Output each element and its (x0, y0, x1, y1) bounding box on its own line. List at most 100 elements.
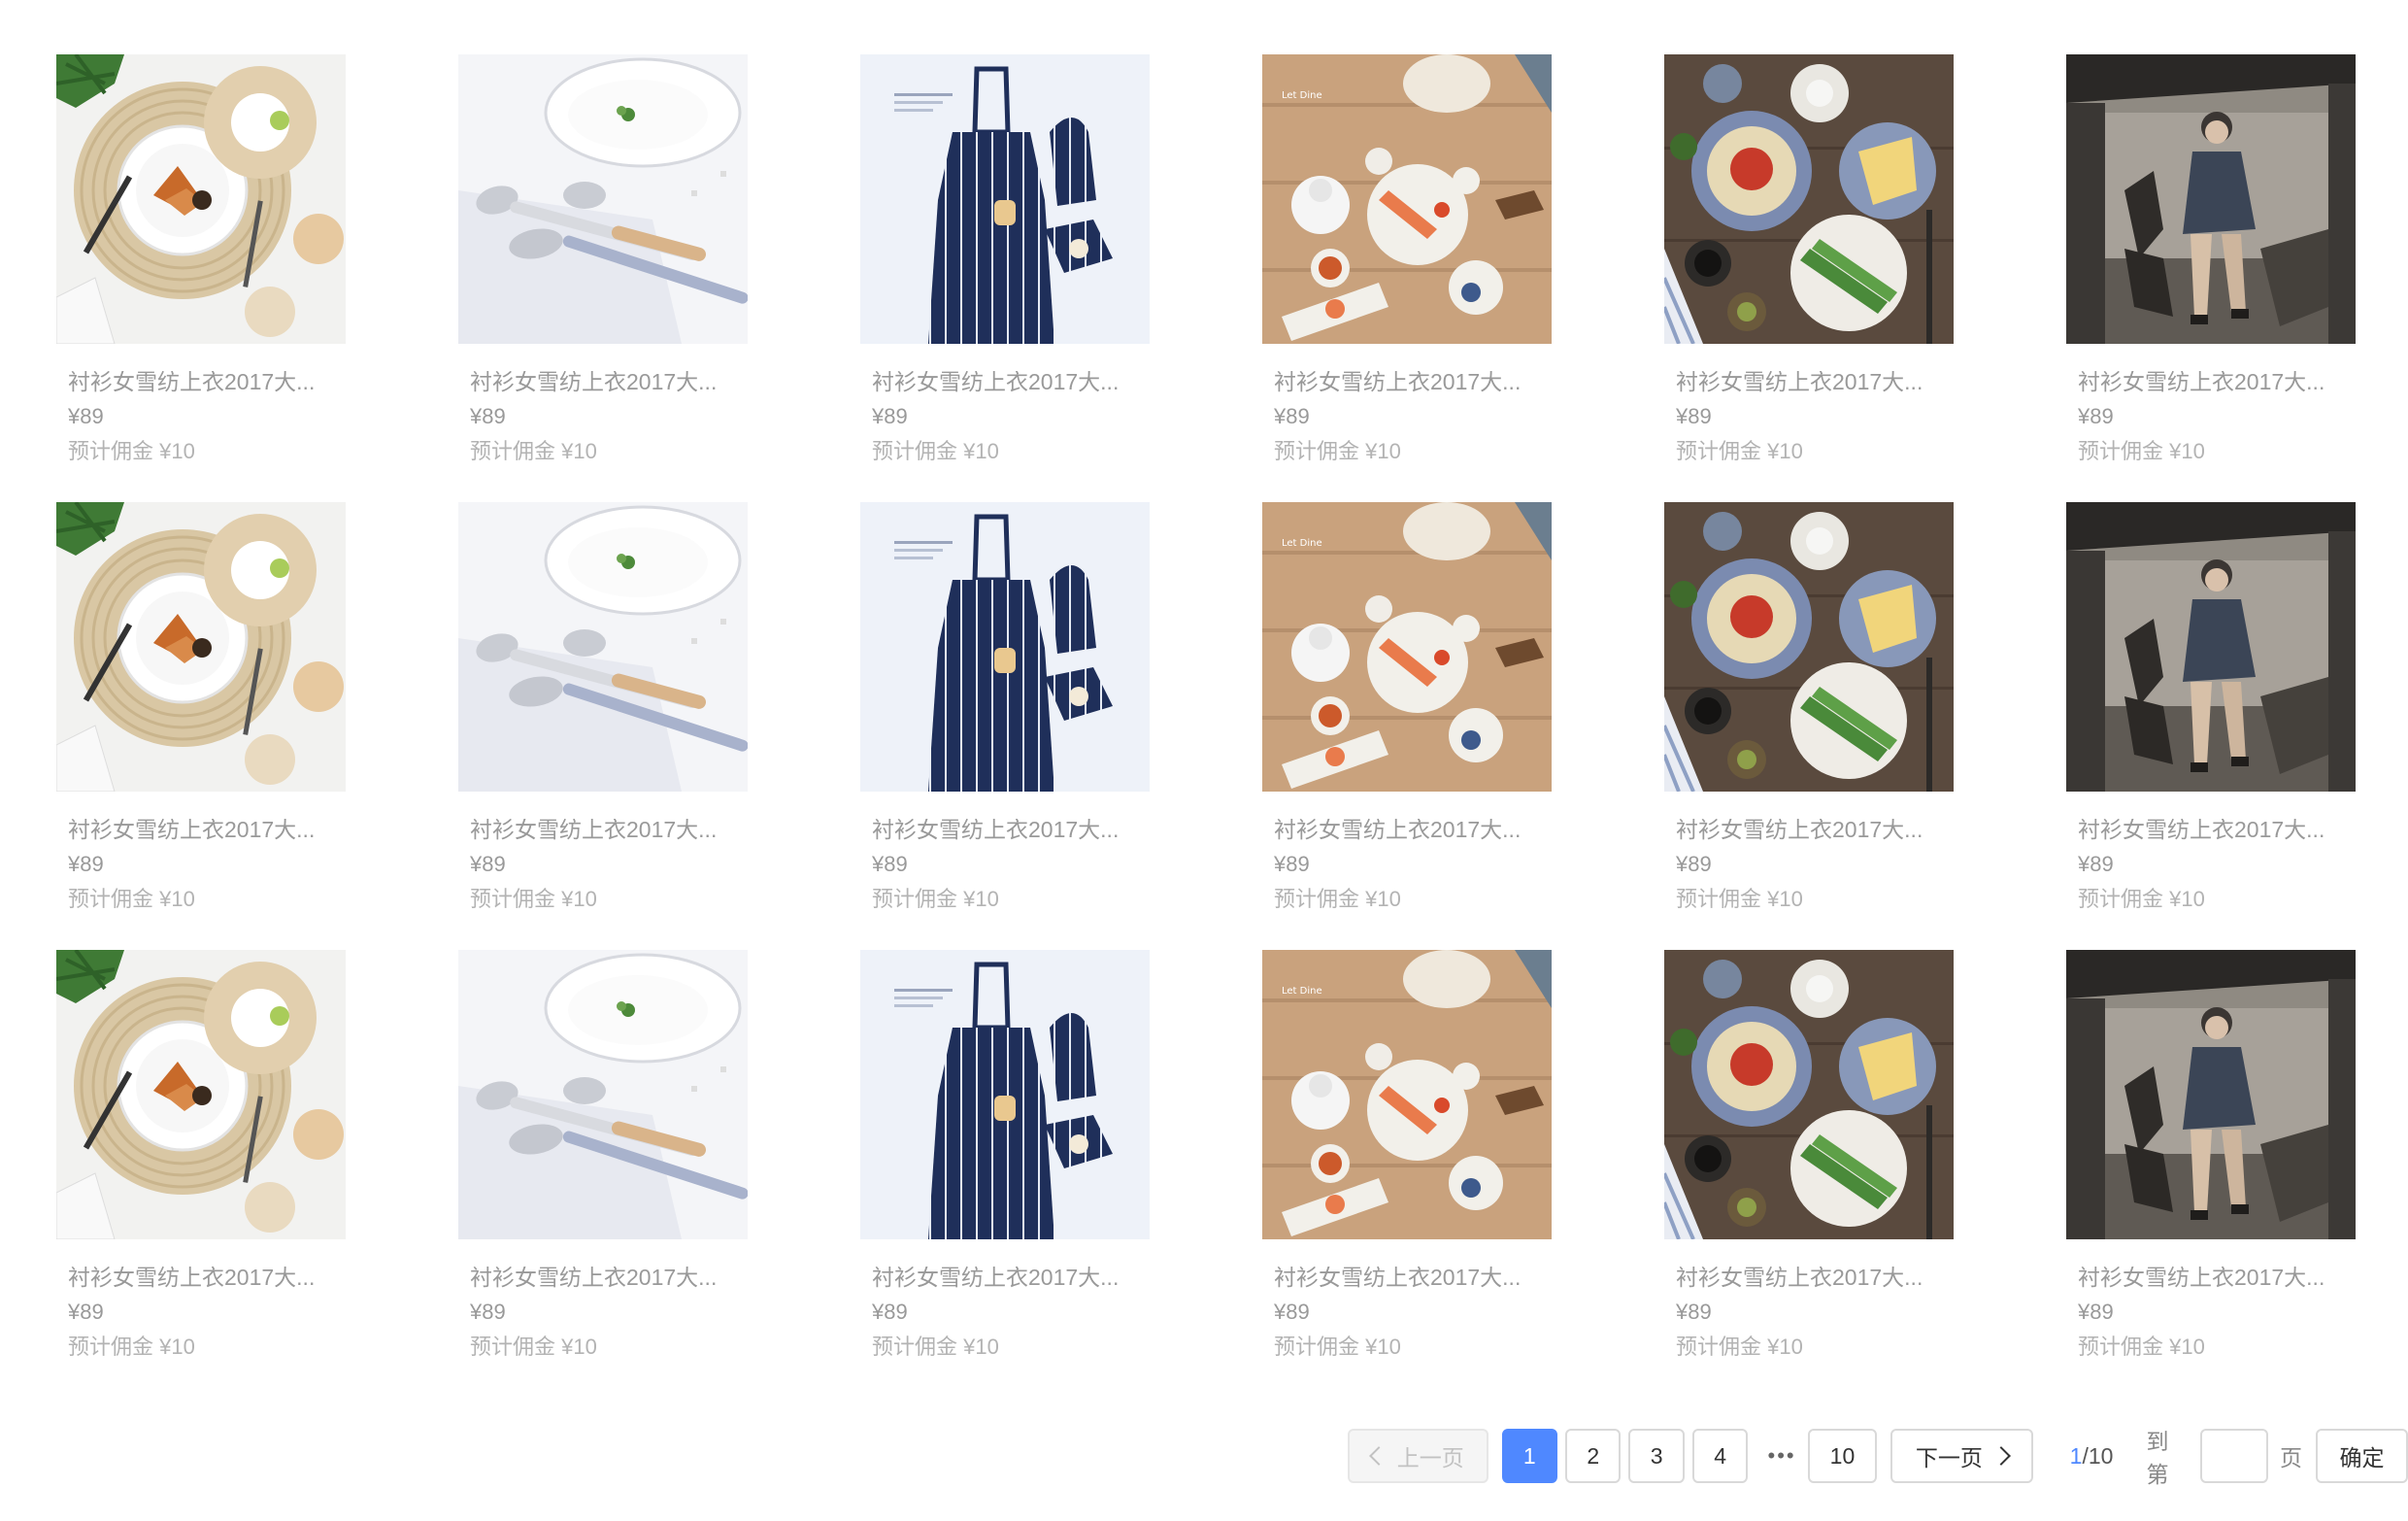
product-commission: 预计佣金 ¥10 (1676, 887, 1803, 911)
prev-page-label: 上一页 (1396, 1445, 1464, 1470)
product-image[interactable] (860, 54, 1150, 344)
page-button-1[interactable]: 1 (1501, 1429, 1557, 1483)
product-image[interactable] (2066, 950, 2356, 1239)
product-commission: 预计佣金 ¥10 (470, 887, 597, 911)
product-card[interactable]: 衬衫女雪纺上衣2017大... ¥89 预计佣金 ¥10 (56, 502, 346, 950)
product-image[interactable] (458, 502, 748, 792)
product-info: 衬衫女雪纺上衣2017大... ¥89 预计佣金 ¥10 (1664, 792, 1954, 910)
page-button-10[interactable]: 10 (1807, 1429, 1878, 1483)
product-card[interactable]: Let Dine 衬衫女雪纺上衣2017大... ¥89 预计佣金 ¥10 (1262, 54, 1552, 502)
product-image[interactable] (458, 950, 748, 1239)
product-title[interactable]: 衬衫女雪纺上衣2017大... (2078, 1267, 2340, 1289)
product-card[interactable]: 衬衫女雪纺上衣2017大... ¥89 预计佣金 ¥10 (458, 950, 748, 1398)
product-title[interactable]: 衬衫女雪纺上衣2017大... (872, 1267, 1134, 1289)
product-image[interactable] (458, 54, 748, 344)
product-price: ¥89 (1676, 852, 1712, 876)
product-title[interactable]: 衬衫女雪纺上衣2017大... (68, 1267, 330, 1289)
product-price: ¥89 (2078, 1300, 2114, 1324)
product-image[interactable] (56, 950, 346, 1239)
product-card[interactable]: 衬衫女雪纺上衣2017大... ¥89 预计佣金 ¥10 (2066, 950, 2356, 1398)
product-title[interactable]: 衬衫女雪纺上衣2017大... (1274, 371, 1536, 393)
pagination: 上一页 1 2 3 4 ••• 10 下一页 1/10 到第 页 确定 (1348, 1428, 2408, 1487)
product-title[interactable]: 衬衫女雪纺上衣2017大... (1676, 1267, 1938, 1289)
next-page-button[interactable]: 下一页 (1890, 1429, 2033, 1483)
product-image[interactable] (56, 54, 346, 344)
product-price: ¥89 (872, 1300, 908, 1324)
product-card[interactable]: 衬衫女雪纺上衣2017大... ¥89 预计佣金 ¥10 (458, 54, 748, 502)
product-card[interactable]: 衬衫女雪纺上衣2017大... ¥89 预计佣金 ¥10 (458, 502, 748, 950)
product-commission: 预计佣金 ¥10 (470, 439, 597, 463)
product-card[interactable]: 衬衫女雪纺上衣2017大... ¥89 预计佣金 ¥10 (56, 54, 346, 502)
product-image[interactable]: Let Dine (1262, 502, 1552, 792)
product-price: ¥89 (470, 404, 506, 428)
product-info: 衬衫女雪纺上衣2017大... ¥89 预计佣金 ¥10 (860, 1239, 1150, 1358)
svg-text:Let Dine: Let Dine (1282, 986, 1322, 997)
product-title[interactable]: 衬衫女雪纺上衣2017大... (470, 371, 732, 393)
product-image[interactable] (1664, 54, 1954, 344)
product-title[interactable]: 衬衫女雪纺上衣2017大... (1676, 819, 1938, 841)
pagination-ellipsis: ••• (1767, 1443, 1796, 1468)
product-card[interactable]: 衬衫女雪纺上衣2017大... ¥89 预计佣金 ¥10 (1664, 54, 1954, 502)
product-image[interactable] (860, 950, 1150, 1239)
product-title[interactable]: 衬衫女雪纺上衣2017大... (2078, 819, 2340, 841)
product-image[interactable] (56, 502, 346, 792)
product-price: ¥89 (1274, 1300, 1310, 1324)
product-commission: 预计佣金 ¥10 (2078, 1335, 2205, 1359)
product-card[interactable]: 衬衫女雪纺上衣2017大... ¥89 预计佣金 ¥10 (860, 950, 1150, 1398)
goto-page-input[interactable] (2199, 1429, 2268, 1483)
product-commission: 预计佣金 ¥10 (2078, 887, 2205, 911)
product-image[interactable] (1664, 950, 1954, 1239)
product-price: ¥89 (1274, 852, 1310, 876)
product-info: 衬衫女雪纺上衣2017大... ¥89 预计佣金 ¥10 (1262, 792, 1552, 910)
product-title[interactable]: 衬衫女雪纺上衣2017大... (2078, 371, 2340, 393)
product-commission: 预计佣金 ¥10 (68, 1335, 195, 1359)
product-price: ¥89 (2078, 404, 2114, 428)
page-button-2[interactable]: 2 (1565, 1429, 1622, 1483)
product-commission: 预计佣金 ¥10 (1676, 439, 1803, 463)
product-image[interactable] (860, 502, 1150, 792)
goto-page-label: 到第 (2146, 1429, 2169, 1487)
page-button-4[interactable]: 4 (1691, 1429, 1749, 1483)
product-card[interactable]: 衬衫女雪纺上衣2017大... ¥89 预计佣金 ¥10 (860, 54, 1150, 502)
product-price: ¥89 (872, 852, 908, 876)
page-button-3[interactable]: 3 (1628, 1429, 1685, 1483)
product-commission: 预计佣金 ¥10 (1274, 439, 1401, 463)
product-info: 衬衫女雪纺上衣2017大... ¥89 预计佣金 ¥10 (56, 792, 346, 910)
product-info: 衬衫女雪纺上衣2017大... ¥89 预计佣金 ¥10 (1664, 1239, 1954, 1358)
current-page-indicator: 1 (2069, 1442, 2083, 1469)
product-card[interactable]: 衬衫女雪纺上衣2017大... ¥89 预计佣金 ¥10 (1664, 502, 1954, 950)
product-commission: 预计佣金 ¥10 (872, 439, 999, 463)
product-title[interactable]: 衬衫女雪纺上衣2017大... (1274, 1267, 1536, 1289)
product-price: ¥89 (1274, 404, 1310, 428)
product-info: 衬衫女雪纺上衣2017大... ¥89 预计佣金 ¥10 (2066, 344, 2356, 462)
product-title[interactable]: 衬衫女雪纺上衣2017大... (470, 1267, 732, 1289)
product-info: 衬衫女雪纺上衣2017大... ¥89 预计佣金 ¥10 (458, 1239, 748, 1358)
product-title[interactable]: 衬衫女雪纺上衣2017大... (68, 371, 330, 393)
prev-page-button[interactable]: 上一页 (1348, 1429, 1488, 1483)
product-title[interactable]: 衬衫女雪纺上衣2017大... (872, 371, 1134, 393)
total-pages-indicator: /10 (2082, 1442, 2114, 1469)
product-title[interactable]: 衬衫女雪纺上衣2017大... (68, 819, 330, 841)
product-price: ¥89 (470, 1300, 506, 1324)
confirm-goto-button[interactable]: 确定 (2315, 1429, 2408, 1483)
product-image[interactable]: Let Dine (1262, 950, 1552, 1239)
product-card[interactable]: 衬衫女雪纺上衣2017大... ¥89 预计佣金 ¥10 (1664, 950, 1954, 1398)
product-info: 衬衫女雪纺上衣2017大... ¥89 预计佣金 ¥10 (2066, 792, 2356, 910)
product-image[interactable] (1664, 502, 1954, 792)
product-card[interactable]: Let Dine 衬衫女雪纺上衣2017大... ¥89 预计佣金 ¥10 (1262, 950, 1552, 1398)
svg-text:Let Dine: Let Dine (1282, 538, 1322, 549)
product-image[interactable] (2066, 502, 2356, 792)
product-card[interactable]: 衬衫女雪纺上衣2017大... ¥89 预计佣金 ¥10 (2066, 502, 2356, 950)
product-price: ¥89 (1676, 404, 1712, 428)
product-card[interactable]: Let Dine 衬衫女雪纺上衣2017大... ¥89 预计佣金 ¥10 (1262, 502, 1552, 950)
product-title[interactable]: 衬衫女雪纺上衣2017大... (872, 819, 1134, 841)
product-image[interactable] (2066, 54, 2356, 344)
product-card[interactable]: 衬衫女雪纺上衣2017大... ¥89 预计佣金 ¥10 (860, 502, 1150, 950)
product-card[interactable]: 衬衫女雪纺上衣2017大... ¥89 预计佣金 ¥10 (2066, 54, 2356, 502)
product-image[interactable]: Let Dine (1262, 54, 1552, 344)
product-card[interactable]: 衬衫女雪纺上衣2017大... ¥89 预计佣金 ¥10 (56, 950, 346, 1398)
product-title[interactable]: 衬衫女雪纺上衣2017大... (470, 819, 732, 841)
product-title[interactable]: 衬衫女雪纺上衣2017大... (1274, 819, 1536, 841)
product-info: 衬衫女雪纺上衣2017大... ¥89 预计佣金 ¥10 (458, 344, 748, 462)
product-title[interactable]: 衬衫女雪纺上衣2017大... (1676, 371, 1938, 393)
